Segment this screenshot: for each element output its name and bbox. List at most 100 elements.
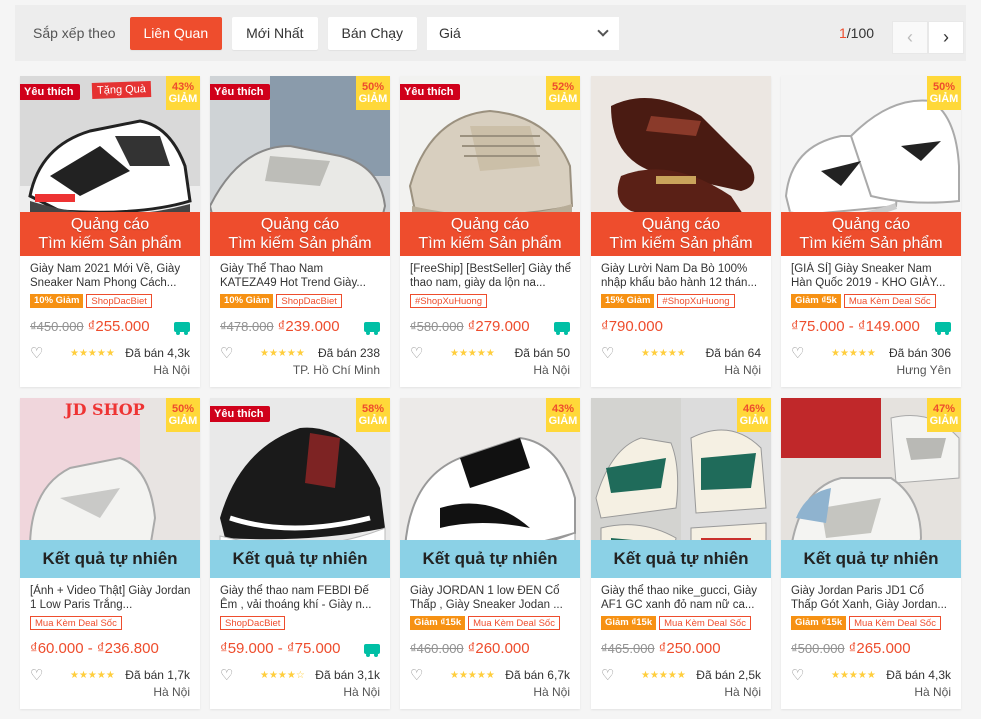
product-card[interactable]: 47% GIẢM Kết quả tự nhiên Giày Jordan Paris… [781, 398, 961, 709]
product-title[interactable]: Giày thể thao nam FEBDI Đế Êm , vải thoá… [220, 584, 382, 612]
product-card[interactable]: Yêu thích Tặng Quà 43% GIẢM Quảng cáo Tìm kiế… [20, 76, 200, 387]
rating-stars: ★★★★★ [260, 347, 305, 359]
price-block: ₫500.000 ₫265.000 [791, 640, 911, 657]
price-block: ₫580.000 ₫279.000 [410, 318, 530, 335]
promo-badges: Giảm ₫5k Mua Kèm Deal Sốc [791, 294, 936, 308]
heart-icon[interactable]: ♡ [791, 666, 819, 684]
chevron-left-icon: ‹ [907, 27, 913, 47]
heart-icon[interactable]: ♡ [30, 666, 58, 684]
natural-result-banner: Kết quả tự nhiên [20, 540, 200, 578]
seller-location: Hưng Yên [896, 363, 951, 377]
discount-percent: 50% [361, 81, 385, 93]
natural-result-banner: Kết quả tự nhiên [400, 540, 580, 578]
promo-badge: ShopDacBiet [276, 294, 342, 308]
sale-price: ₫260.000 [467, 640, 530, 657]
sold-count: Đã bán 2,5k [696, 668, 761, 682]
chevron-down-icon [597, 25, 609, 37]
sold-count: Đã bán 64 [705, 346, 761, 360]
discount-badge: 50% GIẢM [927, 76, 961, 110]
promo-badge: #ShopXuHuong [410, 294, 488, 308]
free-shipping-icon [554, 322, 570, 335]
shop-watermark: JD SHOP [65, 400, 145, 419]
sold-count: Đã bán 1,7k [125, 668, 190, 682]
heart-icon[interactable]: ♡ [601, 666, 629, 684]
favorite-badge: Yêu thích [20, 84, 80, 100]
product-card[interactable]: Yêu thích 58% GIẢM Kết quả tự nhiên Giày thể… [210, 398, 390, 709]
product-card[interactable]: 46% GIẢM Kết quả tự nhiên Giày thể thao nik… [591, 398, 771, 709]
sort-relevance-button[interactable]: Liên Quan [129, 16, 223, 50]
ad-banner-line1: Quảng cáo [450, 216, 530, 233]
price-sort-select[interactable]: Giá [427, 16, 620, 50]
product-card[interactable]: 50% GIẢM Quảng cáo Tìm kiếm Sản phẩm [GIÁ SỈ… [781, 76, 961, 387]
original-price: ₫478.000 [220, 319, 274, 334]
discount-badge: 50% GIẢM [356, 76, 390, 110]
pager-buttons: ‹ › [892, 21, 964, 54]
favorite-badge: Yêu thích [210, 84, 270, 100]
discount-label: GIẢM [929, 93, 959, 105]
sale-price: ₫250.000 [658, 640, 721, 657]
sold-count: Đã bán 4,3k [886, 668, 951, 682]
product-title[interactable]: Giày Lười Nam Da Bò 100% nhập khẩu bảo h… [601, 262, 763, 290]
seller-location: Hà Nội [153, 363, 190, 377]
heart-icon[interactable]: ♡ [410, 666, 438, 684]
discount-badge: 46% GIẢM [737, 398, 771, 432]
heart-icon[interactable]: ♡ [30, 344, 58, 362]
product-title[interactable]: Giày Jordan Paris JD1 Cổ Thấp Gót Xanh, … [791, 584, 953, 612]
discount-badge: 58% GIẢM [356, 398, 390, 432]
heart-icon[interactable]: ♡ [410, 344, 438, 362]
sort-bestseller-button[interactable]: Bán Chạy [327, 16, 418, 50]
sale-price: ₫239.000 [277, 318, 340, 335]
promo-badge: Mua Kèm Deal Sốc [849, 616, 941, 630]
sold-count: Đã bán 6,7k [505, 668, 570, 682]
product-card[interactable]: JD SHOP 50% GIẢM Kết quả tự nhiên [Ảnh + Vid… [20, 398, 200, 709]
rating-row: ♡ ★★★★★ Đã bán 64 [601, 344, 761, 362]
discount-badge: 43% GIẢM [546, 398, 580, 432]
natural-result-banner: Kết quả tự nhiên [210, 540, 390, 578]
natural-result-banner: Kết quả tự nhiên [781, 540, 961, 578]
page-indicator: 1/100 [839, 25, 874, 41]
heart-icon[interactable]: ♡ [220, 344, 248, 362]
product-title[interactable]: Giày JORDAN 1 low ĐEN Cổ Thấp , Giày Sne… [410, 584, 572, 612]
sale-price: ₫75.000 - ₫149.000 [791, 318, 920, 335]
favorite-badge: Yêu thích [210, 406, 270, 422]
rating-stars: ★★★★★ [641, 669, 686, 681]
free-shipping-icon [364, 322, 380, 335]
original-price: ₫465.000 [601, 641, 655, 656]
discount-badge: 43% GIẢM [166, 76, 200, 110]
product-title[interactable]: [Ảnh + Video Thật] Giày Jordan 1 Low Par… [30, 584, 192, 612]
rating-row: ♡ ★★★★☆ Đã bán 3,1k [220, 666, 380, 684]
product-card[interactable]: Quảng cáo Tìm kiếm Sản phẩm Giày Lười Nam … [591, 76, 771, 387]
product-title[interactable]: Giày thể thao nike_gucci, Giày AF1 GC xa… [601, 584, 763, 612]
rating-stars: ★★★★★ [641, 347, 686, 359]
heart-icon[interactable]: ♡ [791, 344, 819, 362]
heart-icon[interactable]: ♡ [220, 666, 248, 684]
product-card[interactable]: Yêu thích 52% GIẢM Quảng cáo Tìm kiếm Sản ph… [400, 76, 580, 387]
promo-badge: Giảm ₫15k [601, 616, 657, 630]
promo-badges: 10% Giảm ShopDacBiet [30, 294, 152, 308]
rating-stars: ★★★★★ [70, 347, 115, 359]
promo-badge: ShopDacBiet [220, 616, 286, 630]
product-title[interactable]: Giày Nam 2021 Mới Về, Giày Sneaker Nam P… [30, 262, 192, 290]
product-title[interactable]: [GIÁ SỈ] Giày Sneaker Nam Hàn Quốc 2019 … [791, 262, 953, 290]
current-page: 1 [839, 25, 847, 41]
ad-banner: Quảng cáo Tìm kiếm Sản phẩm [781, 212, 961, 256]
heart-icon[interactable]: ♡ [601, 344, 629, 362]
ad-banner-line2: Tìm kiếm Sản phẩm [799, 235, 943, 252]
next-page-button[interactable]: › [928, 21, 964, 54]
natural-result-banner: Kết quả tự nhiên [591, 540, 771, 578]
ad-banner: Quảng cáo Tìm kiếm Sản phẩm [20, 212, 200, 256]
ad-banner: Quảng cáo Tìm kiếm Sản phẩm [400, 212, 580, 256]
promo-badge: Mua Kèm Deal Sốc [468, 616, 560, 630]
promo-badge: 10% Giảm [220, 294, 274, 308]
product-card[interactable]: Yêu thích 50% GIẢM Quảng cáo Tìm kiếm Sản ph… [210, 76, 390, 387]
rating-row: ♡ ★★★★★ Đã bán 2,5k [601, 666, 761, 684]
sale-price: ₫255.000 [87, 318, 150, 335]
sort-newest-button[interactable]: Mới Nhất [232, 16, 318, 50]
favorite-badge: Yêu thích [400, 84, 460, 100]
prev-page-button[interactable]: ‹ [892, 21, 928, 54]
discount-label: GIẢM [548, 93, 578, 105]
product-title[interactable]: Giày Thể Thao Nam KATEZA49 Hot Trend Già… [220, 262, 382, 290]
discount-label: GIẢM [548, 415, 578, 427]
product-card[interactable]: 43% GIẢM Kết quả tự nhiên Giày JORDAN 1 low… [400, 398, 580, 709]
product-title[interactable]: [FreeShip] [BestSeller] Giày thể thao na… [410, 262, 572, 290]
